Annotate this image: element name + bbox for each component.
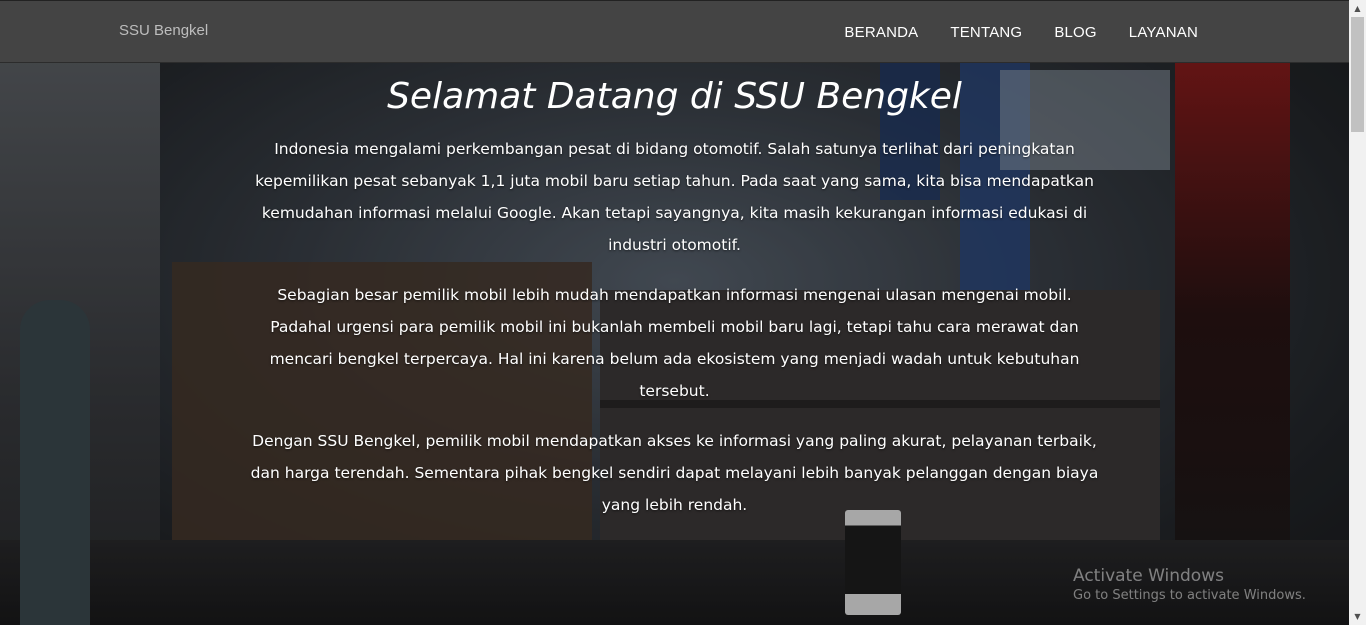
hero-paragraph-1: Indonesia mengalami perkembangan pesat d… (255, 140, 1094, 254)
hero-paragraph-3: Dengan SSU Bengkel, pemilik mobil mendap… (250, 432, 1099, 514)
nav-item-layanan[interactable]: LAYANAN (1113, 24, 1214, 41)
windows-activation-watermark: Activate Windows Go to Settings to activ… (1073, 566, 1306, 603)
nav-item-blog[interactable]: BLOG (1038, 24, 1112, 41)
scroll-up-arrow-icon[interactable]: ▲ (1349, 0, 1366, 17)
hero-title: Selamat Datang di SSU Bengkel (387, 76, 962, 117)
nav-item-beranda[interactable]: BERANDA (828, 24, 934, 41)
vertical-scrollbar[interactable]: ▲ ▼ (1349, 0, 1366, 625)
top-navbar: SSU Bengkel BERANDA TENTANG BLOG LAYANAN (0, 0, 1349, 63)
watermark-subtitle: Go to Settings to activate Windows. (1073, 588, 1306, 603)
brand-link[interactable]: SSU Bengkel (119, 22, 208, 39)
nav-menu: BERANDA TENTANG BLOG LAYANAN (828, 1, 1214, 64)
nav-item-tentang[interactable]: TENTANG (934, 24, 1038, 41)
scrollbar-thumb[interactable] (1351, 17, 1364, 132)
watermark-title: Activate Windows (1073, 566, 1224, 586)
hero-paragraph-2: Sebagian besar pemilik mobil lebih mudah… (269, 286, 1080, 400)
page: SSU Bengkel BERANDA TENTANG BLOG LAYANAN… (0, 0, 1366, 625)
scroll-down-arrow-icon[interactable]: ▼ (1349, 608, 1366, 625)
hero-content: Selamat Datang di SSU Bengkel Indonesia … (0, 63, 1349, 521)
